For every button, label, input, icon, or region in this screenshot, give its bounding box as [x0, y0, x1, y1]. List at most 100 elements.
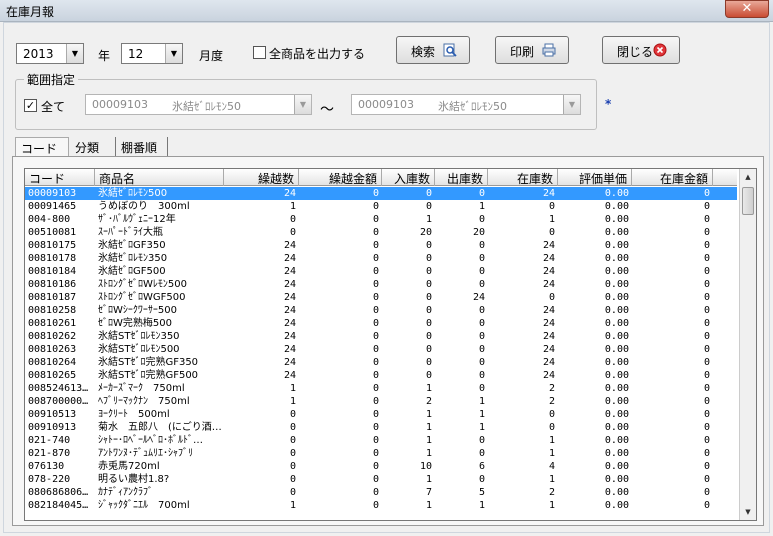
col-unit-price-cell: 0.00 [604, 357, 629, 368]
col-code-cell: 004-800 [28, 214, 71, 225]
tab-shelf-order[interactable]: 棚番順 [116, 137, 168, 156]
col-code-cell: 00009103 [28, 188, 77, 199]
header-col-stock-amount[interactable]: 在庫金額 [632, 169, 713, 186]
col-out-qty-cell: 0 [478, 214, 485, 225]
table-row[interactable]: 00810184 氷結ｾﾞﾛGF500 24 0 0 0 24 0.00 0 [25, 265, 737, 278]
col-code-cell: 00810178 [28, 253, 77, 264]
table-row[interactable]: 00810263 氷結STｾﾞﾛﾚﾓﾝ500 24 0 0 0 24 0.00 0 [25, 343, 737, 356]
col-stock-amount-cell: 0 [703, 279, 710, 290]
scroll-down-icon[interactable]: ▼ [740, 504, 756, 520]
col-stock-amount-cell: 0 [703, 396, 710, 407]
header-col-out-qty[interactable]: 出庫数 [435, 169, 488, 186]
col-stock-qty-cell: 2 [548, 487, 555, 498]
col-carryover-qty-cell: 1 [289, 383, 296, 394]
table-row[interactable]: 00910513 ﾖｰｸﾘｰﾄ 500ml 0 0 1 1 0 0.00 0 [25, 408, 737, 421]
table-row[interactable]: 00810175 氷結ｾﾞﾛGF350 24 0 0 0 24 0.00 0 [25, 239, 737, 252]
scroll-thumb[interactable] [742, 187, 754, 215]
col-in-qty-cell: 1 [425, 409, 432, 420]
stock-grid[interactable]: コード 商品名 繰越数 繰越金額 入庫数 出庫数 在庫数 評価単価 在庫金額 00009103 氷… [24, 168, 757, 521]
col-carryover-qty-cell: 0 [289, 435, 296, 446]
all-products-checkbox[interactable] [253, 46, 266, 59]
chevron-down-icon[interactable]: ▼ [563, 95, 580, 114]
all-products-label: 全商品を出力する [269, 47, 366, 61]
col-name-cell: ﾍﾌﾞﾘｰﾏｯｸﾅﾝ 750ml [98, 396, 190, 407]
col-out-qty-cell: 0 [478, 188, 485, 199]
chevron-down-icon[interactable]: ▼ [66, 44, 83, 63]
year-select[interactable]: 2013 ▼ [16, 43, 84, 64]
col-carryover-amount-cell: 0 [372, 227, 379, 238]
tab-category-order[interactable]: 分類順 [70, 137, 116, 172]
table-row[interactable]: 00810261 ｾﾞﾛW完熟梅500 24 0 0 0 24 0.00 0 [25, 317, 737, 330]
table-row[interactable]: 021-870 ｱﾝﾄﾜﾝﾇ･ﾃﾞｭﾑﾘｴ･ｼｬﾌﾞﾘ 0 0 1 0 1 0.00 0 [25, 447, 737, 460]
table-row[interactable]: 008700000… ﾍﾌﾞﾘｰﾏｯｸﾅﾝ 750ml 1 0 2 1 2 0.00 0 [25, 395, 737, 408]
table-row[interactable]: 00810186 ｽﾄﾛﾝｸﾞｾﾞﾛWﾚﾓﾝ500 24 0 0 0 24 0.00 0 [25, 278, 737, 291]
table-row[interactable]: 004-800 ｻﾞ･ﾊﾞﾙｳﾞｪﾆｰ12年 0 0 1 0 1 0.00 0 [25, 213, 737, 226]
col-out-qty-cell: 0 [478, 435, 485, 446]
table-row[interactable]: 00810178 氷結ｾﾞﾛﾚﾓﾝ350 24 0 0 0 24 0.00 0 [25, 252, 737, 265]
close-button[interactable]: 閉じる [602, 36, 680, 64]
col-stock-qty-cell: 24 [542, 240, 555, 251]
col-in-qty-cell: 7 [425, 487, 432, 498]
window-close-button[interactable]: ✕ [725, 0, 769, 18]
col-in-qty-cell: 20 [419, 227, 432, 238]
col-stock-qty-cell: 0 [548, 227, 555, 238]
search-button[interactable]: 検索 [396, 36, 470, 64]
scroll-up-icon[interactable]: ▲ [740, 169, 756, 185]
col-unit-price-cell: 0.00 [604, 435, 629, 446]
header-col-name[interactable]: 商品名 [95, 169, 224, 186]
col-name-cell: 氷結ｾﾞﾛGF500 [98, 266, 166, 277]
table-row[interactable]: 008524613… ﾒｰｶｰｽﾞﾏｰｸ 750ml 1 0 1 0 2 0.00 0 [25, 382, 737, 395]
col-stock-qty-cell: 1 [548, 214, 555, 225]
col-unit-price-cell: 0.00 [604, 253, 629, 264]
table-row[interactable]: 078-220 明るい農村1.8? 0 0 1 0 1 0.00 0 [25, 473, 737, 486]
title-bar[interactable]: 在庫月報 ✕ [0, 0, 773, 22]
table-row[interactable]: 00810262 氷結STｾﾞﾛﾚﾓﾝ350 24 0 0 0 24 0.00 0 [25, 330, 737, 343]
chevron-down-icon[interactable]: ▼ [165, 44, 182, 63]
header-col-in-qty[interactable]: 入庫数 [382, 169, 435, 186]
chevron-down-icon[interactable]: ▼ [294, 95, 311, 114]
header-col-carryover-qty[interactable]: 繰越数 [224, 169, 299, 186]
col-code-cell: 00810263 [28, 344, 77, 355]
header-col-code[interactable]: コード [25, 169, 95, 186]
col-unit-price-cell: 0.00 [604, 227, 629, 238]
col-stock-qty-cell: 1 [548, 500, 555, 511]
table-row[interactable]: 076130 赤兎馬720ml 0 0 10 6 4 0.00 0 [25, 460, 737, 473]
header-col-stock-qty[interactable]: 在庫数 [488, 169, 558, 186]
col-in-qty-cell: 0 [425, 266, 432, 277]
vertical-scrollbar[interactable]: ▲ ▼ [739, 169, 756, 520]
col-carryover-qty-cell: 24 [283, 240, 296, 251]
table-row[interactable]: 00009103 氷結ｾﾞﾛﾚﾓﾝ500 24 0 0 0 24 0.00 0 [25, 187, 737, 200]
col-unit-price-cell: 0.00 [604, 279, 629, 290]
range-all-checkbox[interactable]: ✓ [24, 99, 37, 112]
table-row[interactable]: 00091465 うめぼのり 300ml 1 0 0 1 0 0.00 0 [25, 200, 737, 213]
col-carryover-qty-cell: 24 [283, 305, 296, 316]
table-row[interactable]: 00810265 氷結STｾﾞﾛ完熟GF500 24 0 0 0 24 0.00 0 [25, 369, 737, 382]
col-carryover-qty-cell: 0 [289, 474, 296, 485]
table-row[interactable]: 00910913 菊水 五郎八 (にごり酒… 0 0 1 1 0 0.00 0 [25, 421, 737, 434]
col-stock-amount-cell: 0 [703, 305, 710, 316]
range-to-select[interactable]: 00009103 氷結ｾﾞﾛﾚﾓﾝ50 ▼ [351, 94, 581, 115]
range-legend: 範囲指定 [24, 71, 79, 88]
table-row[interactable]: 082184045… ｼﾞｬｯｸﾀﾞﾆｴﾙ 700ml 1 0 1 1 1 0.00 0 [25, 499, 737, 512]
table-row[interactable]: 00510081 ｽｰﾊﾟｰﾄﾞﾗｲ大瓶 0 0 20 20 0 0.00 0 [25, 226, 737, 239]
print-button[interactable]: 印刷 [495, 36, 569, 64]
table-row[interactable]: 080686806… ｶﾅﾃﾞｨｱﾝｸﾗﾌﾞ 0 0 7 5 2 0.00 0 [25, 486, 737, 499]
col-stock-qty-cell: 24 [542, 188, 555, 199]
table-row[interactable]: 00810187 ｽﾄﾛﾝｸﾞｾﾞﾛWGF500 24 0 0 24 0 0.00 0 [25, 291, 737, 304]
table-row[interactable]: 00810258 ｾﾞﾛWｼｰｸﾜｰｻｰ500 24 0 0 0 24 0.00 0 [25, 304, 737, 317]
range-from-select[interactable]: 00009103 氷結ｾﾞﾛﾚﾓﾝ50 ▼ [85, 94, 312, 115]
grid-header: コード 商品名 繰越数 繰越金額 入庫数 出庫数 在庫数 評価単価 在庫金額 [25, 169, 737, 186]
col-out-qty-cell: 1 [478, 500, 485, 511]
tab-code-order[interactable]: コード順 [15, 137, 69, 173]
col-stock-qty-cell: 24 [542, 253, 555, 264]
header-col-carryover-amount[interactable]: 繰越金額 [299, 169, 382, 186]
search-icon [443, 43, 457, 57]
col-unit-price-cell: 0.00 [604, 422, 629, 433]
header-col-unit-price[interactable]: 評価単価 [558, 169, 632, 186]
year-label: 年 [98, 49, 111, 63]
col-carryover-qty-cell: 24 [283, 253, 296, 264]
col-carryover-qty-cell: 0 [289, 409, 296, 420]
table-row[interactable]: 00810264 氷結STｾﾞﾛ完熟GF350 24 0 0 0 24 0.00 0 [25, 356, 737, 369]
table-row[interactable]: 021-740 ｼｬﾄｰ･ﾛﾍﾞｰﾙﾍﾞﾛ･ﾎﾞﾙﾄﾞ… 0 0 1 0 1 0.00 0 [25, 434, 737, 447]
month-select[interactable]: 12 ▼ [121, 43, 183, 64]
